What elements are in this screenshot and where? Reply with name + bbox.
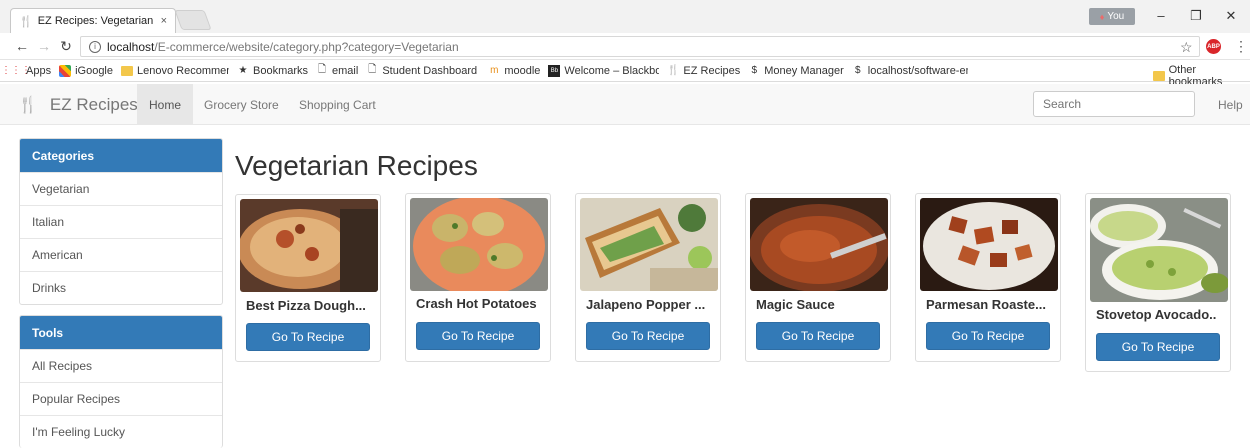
- bookmark-star-icon[interactable]: ☆: [1180, 39, 1193, 56]
- star-icon: ★: [238, 65, 248, 76]
- recipe-card: Jalapeno Popper ... Go To Recipe: [575, 193, 721, 362]
- search-input[interactable]: [1033, 91, 1195, 117]
- nav-grocery-store[interactable]: Grocery Store: [192, 84, 291, 125]
- forward-icon[interactable]: →: [36, 38, 52, 54]
- category-drinks[interactable]: Drinks: [20, 271, 222, 304]
- bookmark-money-manager[interactable]: $ Money Manager: [748, 65, 843, 77]
- brand-link[interactable]: 🍴 EZ Recipes: [18, 84, 138, 125]
- bookmark-student-dashboard[interactable]: 🗋 Student Dashboard H: [366, 64, 480, 77]
- page-icon: 🗋: [318, 64, 327, 75]
- tab-close-icon[interactable]: ×: [161, 15, 167, 27]
- tools-heading: Tools: [20, 316, 222, 349]
- tab-title: EZ Recipes: Vegetarian: [37, 15, 154, 27]
- sandwich-image[interactable]: [580, 198, 718, 291]
- info-icon[interactable]: i: [89, 40, 101, 53]
- moodle-icon: m: [490, 65, 499, 76]
- bookmark-localhost-software[interactable]: $ localhost/software-en: [852, 65, 968, 77]
- bookmarks-bar: ⋮⋮⋮Apps iGoogle Lenovo Recommende ★Bookm…: [0, 60, 1250, 88]
- recipe-card: Best Pizza Dough... Go To Recipe: [235, 194, 381, 362]
- browser-tab[interactable]: 🍴 EZ Recipes: Vegetarian ×: [10, 8, 176, 33]
- recipe-title: Crash Hot Potatoes: [416, 296, 537, 311]
- tool-all-recipes[interactable]: All Recipes: [20, 349, 222, 382]
- go-to-recipe-button[interactable]: Go To Recipe: [756, 322, 880, 350]
- recipe-card: Stovetop Avocado.. Go To Recipe: [1085, 193, 1231, 372]
- category-american[interactable]: American: [20, 238, 222, 271]
- bookmark-igoogle[interactable]: iGoogle: [59, 64, 113, 77]
- url-host: localhost: [107, 39, 155, 54]
- minimize-icon[interactable]: –: [1152, 8, 1170, 23]
- browser-toolbar: ← → ↻ i localhost/E-commerce/website/cat…: [0, 33, 1250, 60]
- url-path: /E-commerce/website/category.php?categor…: [154, 39, 459, 54]
- back-icon[interactable]: ←: [14, 38, 30, 54]
- recipe-card: Magic Sauce Go To Recipe: [745, 193, 891, 362]
- nav-home[interactable]: Home: [137, 84, 194, 125]
- nav-help[interactable]: Help: [1218, 84, 1243, 125]
- bookmark-moodle[interactable]: m moodle: [488, 65, 540, 77]
- site-navbar: 🍴 EZ Recipes Home Grocery Store Shopping…: [0, 84, 1250, 125]
- recipe-title: Stovetop Avocado..: [1096, 307, 1217, 322]
- page-title: Vegetarian Recipes: [235, 150, 478, 181]
- apps-grid-icon: ⋮⋮⋮: [1, 65, 31, 76]
- tool-feeling-lucky[interactable]: I'm Feeling Lucky: [20, 415, 222, 448]
- fork-knife-icon: 🍴: [667, 65, 680, 76]
- folder-icon: [1153, 71, 1165, 81]
- categories-heading: Categories: [20, 139, 222, 172]
- dollar-icon: $: [751, 65, 758, 76]
- bookmark-bookmarks[interactable]: ★ Bookmarks: [237, 65, 309, 77]
- recipe-title: Jalapeno Popper ...: [586, 297, 706, 312]
- address-bar[interactable]: i localhost/E-commerce/website/category.…: [80, 36, 1200, 57]
- close-window-icon[interactable]: ✕: [1222, 8, 1240, 24]
- dollar-icon: $: [854, 65, 861, 76]
- profile-button[interactable]: ♦ You: [1089, 8, 1135, 25]
- page-icon: 🗋: [368, 64, 377, 75]
- reload-icon[interactable]: ↻: [58, 38, 74, 54]
- sauce-image[interactable]: [750, 198, 888, 291]
- bookmark-ez-recipes[interactable]: 🍴 EZ Recipes: [667, 65, 740, 77]
- browser-tabstrip: 🍴 EZ Recipes: Vegetarian × ♦ You – ❐ ✕: [0, 0, 1250, 33]
- category-vegetarian[interactable]: Vegetarian: [20, 172, 222, 205]
- go-to-recipe-button[interactable]: Go To Recipe: [1096, 333, 1220, 361]
- fork-knife-icon: 🍴: [19, 15, 33, 28]
- bookmark-blackboard[interactable]: BbWelcome – Blackboar: [548, 64, 659, 77]
- brand-name: EZ Recipes: [49, 94, 138, 114]
- new-tab-button[interactable]: [174, 10, 212, 30]
- blackboard-icon: Bb: [548, 64, 561, 77]
- fork-knife-icon: 🍴: [18, 96, 38, 114]
- restore-icon[interactable]: ❐: [1187, 8, 1205, 24]
- go-to-recipe-button[interactable]: Go To Recipe: [926, 322, 1050, 350]
- go-to-recipe-button[interactable]: Go To Recipe: [246, 323, 370, 351]
- go-to-recipe-button[interactable]: Go To Recipe: [586, 322, 710, 350]
- igoogle-icon: [59, 64, 72, 77]
- profile-icon: ♦: [1099, 11, 1105, 22]
- nav-shopping-cart[interactable]: Shopping Cart: [287, 84, 388, 125]
- categories-panel: Categories Vegetarian Italian American D…: [19, 138, 223, 305]
- bookmark-lenovo[interactable]: Lenovo Recommende: [121, 65, 229, 77]
- potatoes-image[interactable]: [410, 198, 548, 291]
- tools-panel: Tools All Recipes Popular Recipes I'm Fe…: [19, 315, 223, 448]
- go-to-recipe-button[interactable]: Go To Recipe: [416, 322, 540, 350]
- category-italian[interactable]: Italian: [20, 205, 222, 238]
- folder-icon: [121, 65, 133, 76]
- roasted-potatoes-image[interactable]: [920, 198, 1058, 291]
- browser-menu-icon[interactable]: ⋮: [1234, 38, 1248, 55]
- recipe-card: Parmesan Roaste... Go To Recipe: [915, 193, 1061, 362]
- avocado-image[interactable]: [1090, 198, 1228, 302]
- recipe-title: Magic Sauce: [756, 297, 835, 312]
- bookmark-apps[interactable]: ⋮⋮⋮ Apps: [1, 65, 51, 77]
- recipe-title: Parmesan Roaste...: [926, 297, 1046, 312]
- adblock-icon[interactable]: ABP: [1206, 39, 1221, 54]
- profile-label: You: [1107, 11, 1125, 22]
- recipe-title: Best Pizza Dough...: [246, 298, 366, 313]
- bookmark-email[interactable]: 🗋 email: [316, 64, 358, 77]
- recipe-card: Crash Hot Potatoes Go To Recipe: [405, 193, 551, 362]
- pizza-image[interactable]: [240, 199, 378, 292]
- tool-popular-recipes[interactable]: Popular Recipes: [20, 382, 222, 415]
